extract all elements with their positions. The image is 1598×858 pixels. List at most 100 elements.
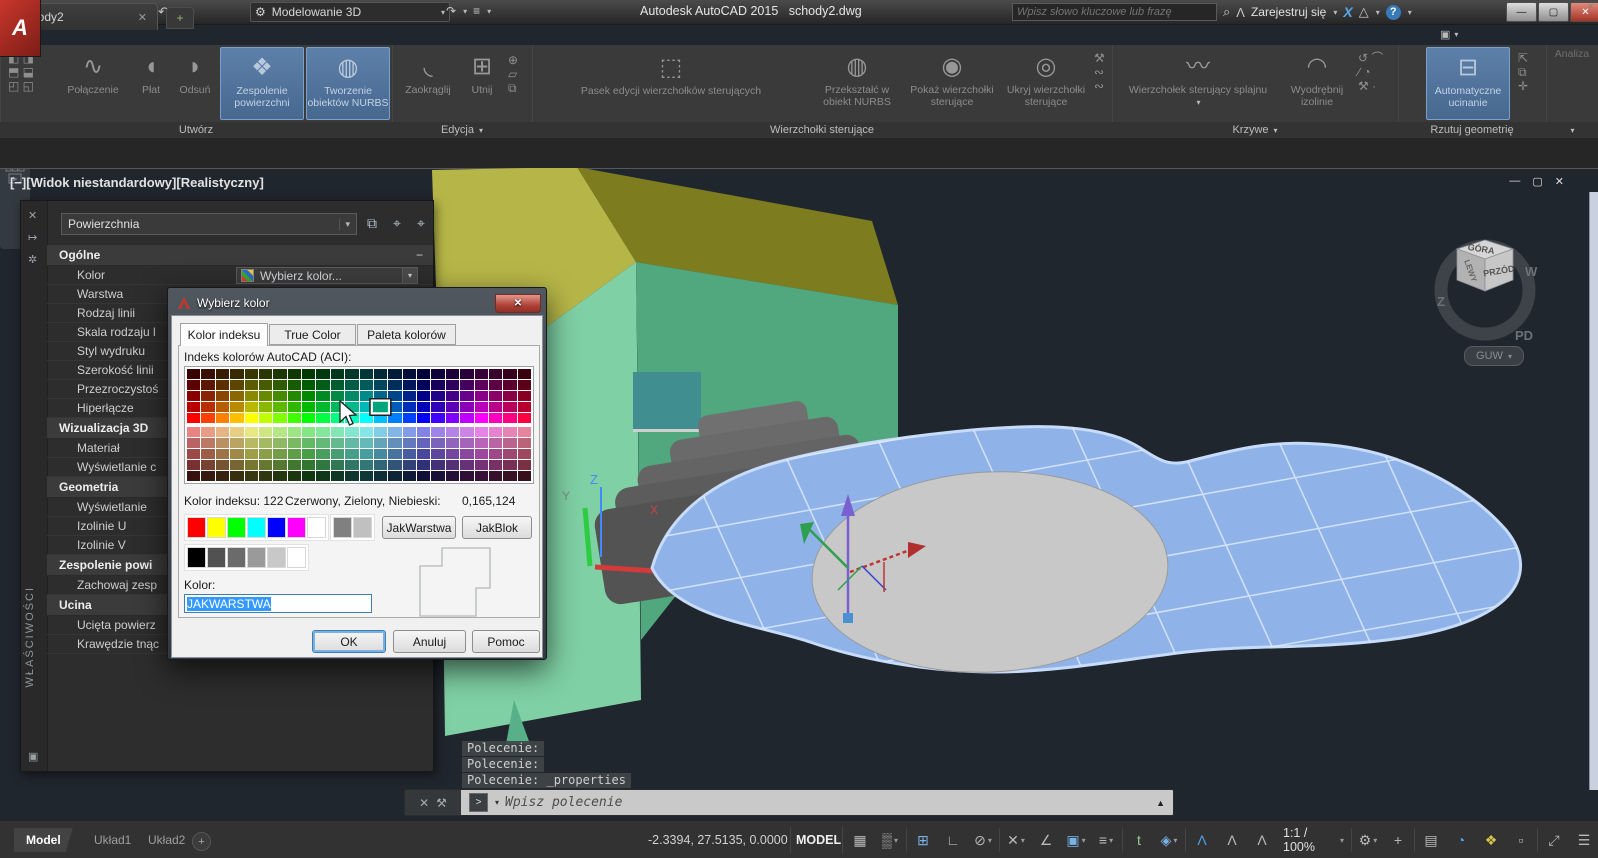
aci-swatch[interactable] [417,438,430,448]
bylayer-button[interactable]: JakWarstwa [382,516,456,539]
aci-swatch[interactable] [259,471,272,481]
aci-swatch[interactable] [345,471,358,481]
aci-swatch[interactable] [245,391,258,401]
color-input[interactable]: JAKWARSTWA [184,594,372,613]
aci-swatch[interactable] [302,369,315,379]
status-icon[interactable]: ▾ [1122,828,1123,852]
redo-icon[interactable]: ↷ [446,4,456,18]
aci-swatch[interactable] [475,413,488,423]
minimize-icon[interactable]: — [1509,175,1520,188]
aci-swatch[interactable] [345,438,358,448]
restore-icon[interactable]: ▢ [1532,175,1542,188]
aci-swatch[interactable] [460,449,473,459]
color-swatch[interactable] [287,547,306,568]
aci-swatch[interactable] [374,427,387,437]
aci-swatch[interactable] [201,449,214,459]
color-swatch[interactable] [287,517,306,538]
aci-swatch[interactable] [316,391,329,401]
aci-swatch[interactable] [403,380,416,390]
aci-swatch[interactable] [288,413,301,423]
color-swatch[interactable] [207,547,226,568]
aci-swatch[interactable] [245,449,258,459]
aci-swatch[interactable] [302,449,315,459]
aci-swatch[interactable] [288,460,301,470]
aci-swatch[interactable] [187,427,200,437]
aci-swatch[interactable] [259,391,272,401]
cancel-button[interactable]: Anuluj [393,630,466,653]
close-button[interactable]: ✕ [495,294,541,313]
aci-swatch[interactable] [475,427,488,437]
aci-swatch[interactable] [187,460,200,470]
aci-swatch-selected[interactable] [371,400,391,415]
aci-swatch[interactable] [316,369,329,379]
aci-swatch[interactable] [374,460,387,470]
aci-swatch[interactable] [187,391,200,401]
aci-swatch[interactable] [230,391,243,401]
aci-swatch[interactable] [460,402,473,412]
aci-swatch[interactable] [518,369,531,379]
aci-swatch[interactable] [360,427,373,437]
aci-swatch[interactable] [201,391,214,401]
exchange-apps-icon[interactable]: X [1343,4,1352,20]
aci-swatch[interactable] [288,438,301,448]
aci-swatch[interactable] [331,471,344,481]
status-annotation-scale-icon[interactable]: Ʌ▾ [1248,827,1276,853]
status-osnap-icon[interactable]: ▣▾ [1062,827,1090,853]
new-tab-button[interactable]: + [166,7,194,29]
aci-swatch[interactable] [201,471,214,481]
aci-swatch[interactable] [503,380,516,390]
aci-swatch[interactable] [273,380,286,390]
aci-swatch[interactable] [475,438,488,448]
wyodrebnij-izolinie-button[interactable]: ◠Wyodrębnij izolinie [1282,47,1352,120]
aci-swatch[interactable] [302,438,315,448]
aci-swatch[interactable] [230,402,243,412]
new-layout-button[interactable]: + [192,832,211,851]
aci-swatch[interactable] [431,391,444,401]
autodesk360-icon[interactable]: △ [1359,4,1369,20]
aci-swatch[interactable] [388,471,401,481]
aci-swatch[interactable] [302,413,315,423]
aci-swatch[interactable] [201,402,214,412]
aci-swatch[interactable] [403,438,416,448]
viewcube[interactable]: Z W PD GÓRA PRZÓD LEWY [1425,218,1545,344]
aci-swatch[interactable] [403,413,416,423]
aci-swatch[interactable] [216,402,229,412]
aci-swatch[interactable] [230,460,243,470]
aci-swatch[interactable] [417,413,430,423]
aci-swatch[interactable] [331,449,344,459]
dialog-title-bar[interactable]: Wybierz kolor ✕ [171,291,543,315]
toggle-pickadd-icon[interactable]: ⧉ [367,215,377,232]
status-ortho-icon[interactable]: ∟▾ [939,827,967,853]
aci-swatch[interactable] [345,460,358,470]
aci-swatch[interactable] [446,438,459,448]
aci-swatch[interactable] [503,460,516,470]
aci-swatch[interactable] [374,380,387,390]
aci-swatch[interactable] [230,449,243,459]
pokaz-wierzcholki-button[interactable]: ◉Pokaż wierzchołki sterujące [906,47,998,120]
aci-swatch[interactable] [331,438,344,448]
status-layer-isolate-icon[interactable]: ❖▾ [1477,827,1505,853]
aci-swatch[interactable] [360,380,373,390]
aci-swatch[interactable] [417,369,430,379]
status-icon[interactable]: ▾ [1414,828,1415,852]
history-up-icon[interactable]: ▲ [1156,798,1165,808]
aci-swatch[interactable] [431,438,444,448]
aci-swatch[interactable] [503,438,516,448]
panel-caption[interactable]: Krzywe▾ [1112,122,1398,138]
status-icon[interactable]: ▾ [1185,828,1186,852]
aci-swatch[interactable] [316,402,329,412]
color-swatch[interactable] [247,517,266,538]
aci-swatch[interactable] [288,391,301,401]
status-otrack-icon[interactable]: ∠▾ [1032,827,1060,853]
analiza-button[interactable]: Analiza [1548,47,1596,120]
aci-swatch[interactable] [259,460,272,470]
aci-swatch[interactable] [187,402,200,412]
aci-swatch[interactable] [518,438,531,448]
command-prompt-icon[interactable]: > [469,793,488,812]
aci-swatch[interactable] [288,471,301,481]
byblock-button[interactable]: JakBlok [462,516,532,539]
zespolenie-powierzchni-button[interactable]: ❖Zespolenie powierzchni [220,47,304,120]
aci-swatch[interactable] [245,460,258,470]
color-swatch[interactable] [227,547,246,568]
tab-true-color[interactable]: True Color [269,324,356,345]
